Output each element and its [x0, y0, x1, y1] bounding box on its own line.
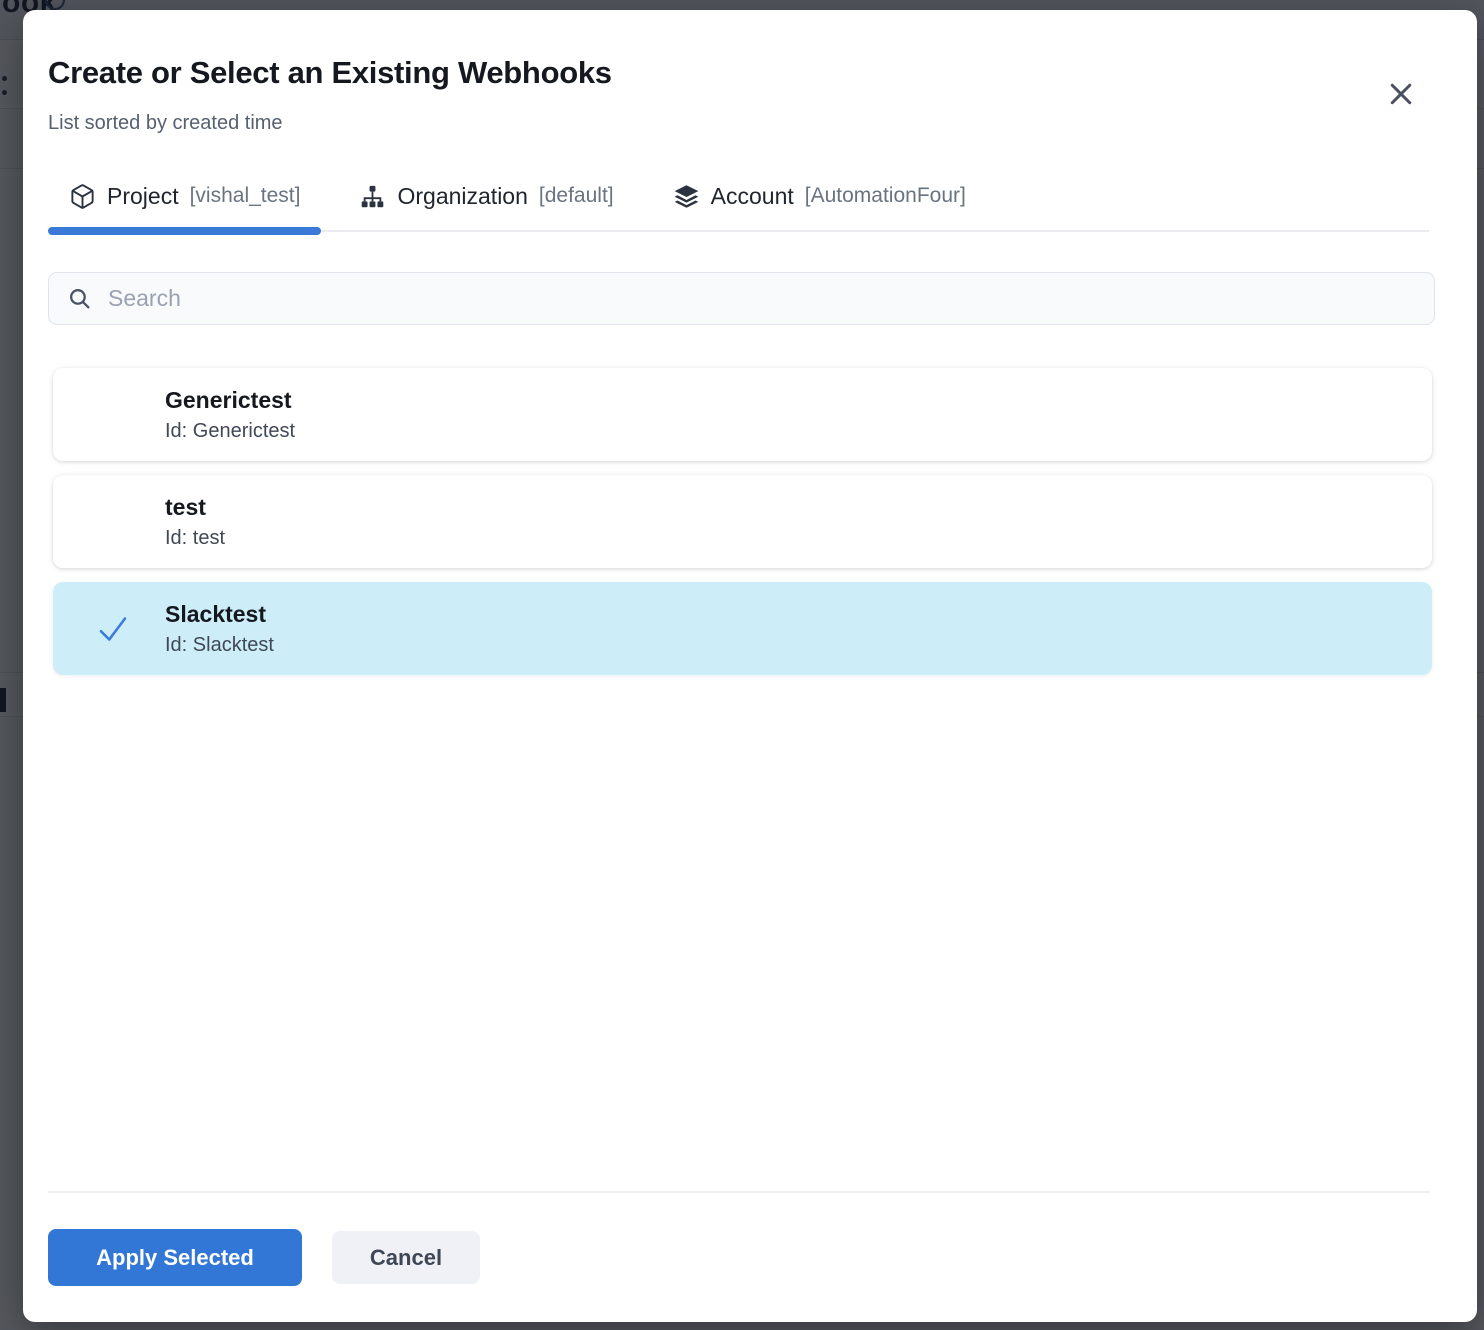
- tab-account-context: [AutomationFour]: [805, 184, 966, 208]
- close-button[interactable]: [1379, 72, 1423, 116]
- check-icon: [93, 611, 133, 647]
- tab-project-label: Project: [107, 183, 179, 210]
- tab-account-label: Account: [711, 183, 794, 210]
- tab-project-context: [vishal_test]: [190, 184, 301, 208]
- webhook-select-modal: Create or Select an Existing Webhooks Li…: [23, 10, 1477, 1322]
- webhook-id: Id: Generictest: [165, 420, 1432, 443]
- tab-project[interactable]: Project [vishal_test]: [48, 162, 321, 230]
- webhook-list-item-test[interactable]: test Id: test: [53, 475, 1432, 568]
- webhook-name: Slacktest: [165, 601, 1432, 628]
- search-input[interactable]: [108, 273, 1416, 324]
- close-icon: [1386, 79, 1416, 109]
- webhook-id: Id: Slacktest: [165, 634, 1432, 657]
- tab-organization-context: [default]: [539, 184, 614, 208]
- modal-title: Create or Select an Existing Webhooks: [48, 55, 612, 91]
- box-icon: [69, 183, 96, 210]
- webhook-id: Id: test: [165, 527, 1432, 550]
- cancel-button[interactable]: Cancel: [332, 1231, 480, 1284]
- tab-account[interactable]: Account [AutomationFour]: [652, 162, 987, 230]
- webhook-list: Generictest Id: Generictest test Id: tes…: [53, 368, 1432, 689]
- search-box: [48, 272, 1435, 325]
- tab-organization[interactable]: Organization [default]: [338, 162, 634, 230]
- webhook-name: Generictest: [165, 387, 1432, 414]
- search-icon: [67, 286, 92, 311]
- webhook-list-item-slacktest[interactable]: Slacktest Id: Slacktest: [53, 582, 1432, 675]
- webhook-list-item-generictest[interactable]: Generictest Id: Generictest: [53, 368, 1432, 461]
- apply-selected-button[interactable]: Apply Selected: [48, 1229, 302, 1286]
- tab-bar: Project [vishal_test] Organization [defa…: [48, 162, 1429, 232]
- modal-subtitle: List sorted by created time: [48, 112, 283, 135]
- layers-icon: [673, 183, 700, 210]
- tab-organization-label: Organization: [397, 183, 527, 210]
- sitemap-icon: [359, 183, 386, 210]
- modal-footer: Apply Selected Cancel: [48, 1191, 1429, 1322]
- webhook-name: test: [165, 494, 1432, 521]
